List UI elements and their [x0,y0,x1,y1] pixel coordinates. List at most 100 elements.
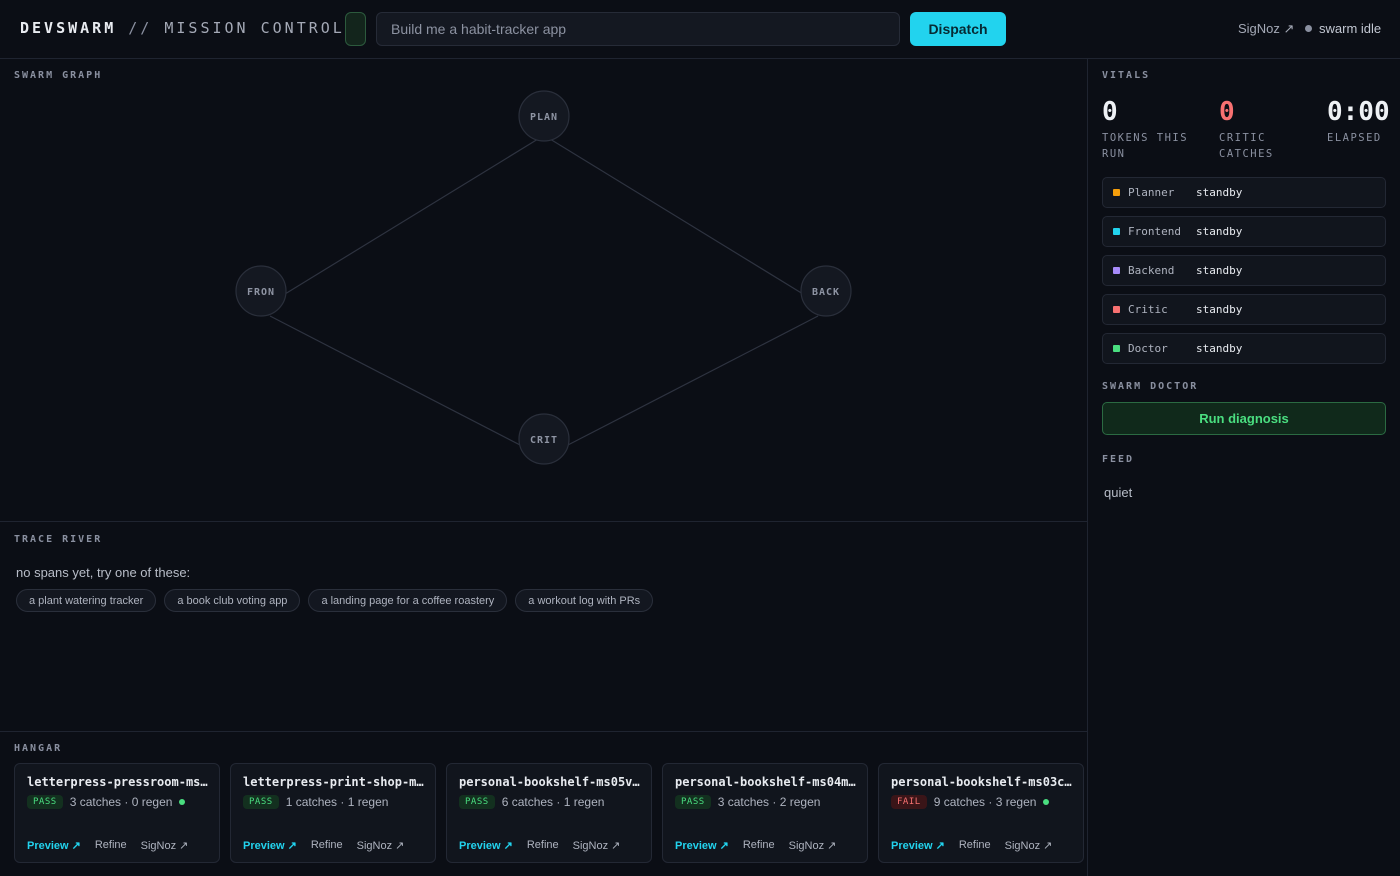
prompt-input[interactable] [376,12,900,46]
agent-name: Doctor [1128,342,1168,355]
trace-river-panel: TRACE RIVER no spans yet, try one of the… [0,522,1088,732]
card-title: letterpress-print-shop-ms… [243,775,425,789]
vital-tokens: 0 TOKENS THIS RUN [1102,97,1188,162]
card-stats: 1 catches · 1 regen [285,795,389,809]
agent-name: Backend [1128,264,1175,277]
agent-row-doctor[interactable]: Doctor standby [1102,333,1386,364]
preview-link[interactable]: Preview ↗ [459,839,513,852]
hangar-card[interactable]: letterpress-print-shop-ms… PASS 1 catches… [230,763,436,863]
status-badge: PASS [459,795,495,809]
brand-main: DEVSWARM [20,19,117,37]
status-badge: PASS [27,795,63,809]
dispatch-button[interactable]: Dispatch [910,12,1006,46]
card-stats: 6 catches · 1 regen [501,795,605,809]
node-front-label: FRON [247,287,275,298]
live-dot-icon [1043,799,1050,805]
refine-link[interactable]: Refine [95,839,127,852]
swarm-status: swarm idle [1305,21,1381,36]
suggestion-chip[interactable]: a workout log with PRs [515,589,654,612]
edge-front-crit [269,315,523,447]
card-actions: Preview ↗ Refine SigNoz ↗ [891,839,1052,852]
edge-back-crit [565,315,819,447]
catches-label-line2: CATCHES [1219,148,1274,160]
refine-link[interactable]: Refine [743,839,775,852]
mode-toggle[interactable] [345,12,366,46]
agent-color-icon [1113,228,1120,235]
signoz-link[interactable]: SigNoz ↗ [789,839,837,852]
signoz-link[interactable]: SigNoz ↗ [1238,21,1294,37]
node-plan-label: PLAN [530,112,558,123]
edge-plan-front [284,138,539,295]
brand-title: DEVSWARM // MISSION CONTROL [20,19,345,37]
agent-state: standby [1196,225,1243,238]
swarm-graph: PLAN FRON BACK CRIT [235,90,852,465]
card-title: personal-bookshelf-ms05vf… [459,775,641,789]
card-actions: Preview ↗ Refine SigNoz ↗ [243,839,404,852]
card-meta: PASS 1 catches · 1 regen [243,795,388,809]
agent-row-backend[interactable]: Backend standby [1102,255,1386,286]
preview-link[interactable]: Preview ↗ [891,839,945,852]
edge-plan-back [549,138,804,295]
agent-color-icon [1113,345,1120,352]
signoz-link[interactable]: SigNoz ↗ [141,839,189,852]
refine-link[interactable]: Refine [959,839,991,852]
hangar-card[interactable]: personal-bookshelf-ms03c8… FAIL 9 catches… [878,763,1084,863]
agent-name: Critic [1128,303,1168,316]
card-stats: 3 catches · 0 regen [69,795,173,809]
agent-name: Frontend [1128,225,1181,238]
hangar-card[interactable]: personal-bookshelf-ms04mc… PASS 3 catches… [662,763,868,863]
agent-color-icon [1113,189,1120,196]
agent-list: Planner standby Frontend standby Backend… [1102,177,1386,364]
card-stats: 9 catches · 3 regen [933,795,1037,809]
status-dot-icon [1305,25,1312,32]
trace-empty-message: no spans yet, try one of these: [16,565,191,580]
preview-link[interactable]: Preview ↗ [675,839,729,852]
suggestion-chip[interactable]: a landing page for a coffee roastery [308,589,508,612]
run-diagnosis-button[interactable]: Run diagnosis [1102,402,1386,435]
swarm-graph-panel: PLAN FRON BACK CRIT SWARM GRAPH [0,59,1088,522]
card-actions: Preview ↗ Refine SigNoz ↗ [27,839,188,852]
signoz-link[interactable]: SigNoz ↗ [573,839,621,852]
brand-subtitle: MISSION CONTROL [164,19,345,37]
hangar-card[interactable]: letterpress-pressroom-ms0… PASS 3 catches… [14,763,220,863]
status-badge: PASS [675,795,711,809]
card-meta: PASS 3 catches · 0 regen [27,795,186,809]
signoz-link[interactable]: SigNoz ↗ [1005,839,1053,852]
agent-color-icon [1113,306,1120,313]
brand-separator: // [116,19,165,37]
preview-link[interactable]: Preview ↗ [27,839,81,852]
vital-catches: 0 CRITIC CATCHES [1219,97,1274,162]
card-meta: PASS 6 catches · 1 regen [459,795,604,809]
status-badge: FAIL [891,795,927,809]
catches-label-line1: CRITIC [1219,132,1266,144]
trace-river-label: TRACE RIVER [14,534,103,545]
elapsed-label: ELAPSED [1327,132,1382,144]
preview-link[interactable]: Preview ↗ [243,839,297,852]
agent-row-planner[interactable]: Planner standby [1102,177,1386,208]
hangar-cards: letterpress-pressroom-ms0… PASS 3 catches… [14,763,1084,863]
card-meta: PASS 3 catches · 2 regen [675,795,820,809]
suggestion-chip[interactable]: a book club voting app [164,589,301,612]
swarm-graph-label: SWARM GRAPH [14,70,103,81]
status-badge: PASS [243,795,279,809]
suggestion-chips: a plant watering tracker a book club vot… [16,589,654,612]
agent-color-icon [1113,267,1120,274]
suggestion-chip[interactable]: a plant watering tracker [16,589,157,612]
agent-row-frontend[interactable]: Frontend standby [1102,216,1386,247]
hangar-card[interactable]: personal-bookshelf-ms05vf… PASS 6 catches… [446,763,652,863]
catches-value: 0 [1219,97,1235,127]
card-actions: Preview ↗ Refine SigNoz ↗ [675,839,836,852]
refine-link[interactable]: Refine [527,839,559,852]
agent-row-critic[interactable]: Critic standby [1102,294,1386,325]
node-crit-label: CRIT [530,435,558,446]
refine-link[interactable]: Refine [311,839,343,852]
tokens-value: 0 [1102,97,1118,127]
feed-empty-message: quiet [1104,485,1133,500]
signoz-link[interactable]: SigNoz ↗ [357,839,405,852]
card-meta: FAIL 9 catches · 3 regen [891,795,1050,809]
agent-state: standby [1196,342,1243,355]
card-title: letterpress-pressroom-ms0… [27,775,209,789]
tokens-label-line2: RUN [1102,148,1126,160]
swarm-doctor-label: SWARM DOCTOR [1102,381,1199,392]
vitals-sidebar: VITALS 0 TOKENS THIS RUN 0 CRITIC CATCHES … [1089,59,1400,876]
